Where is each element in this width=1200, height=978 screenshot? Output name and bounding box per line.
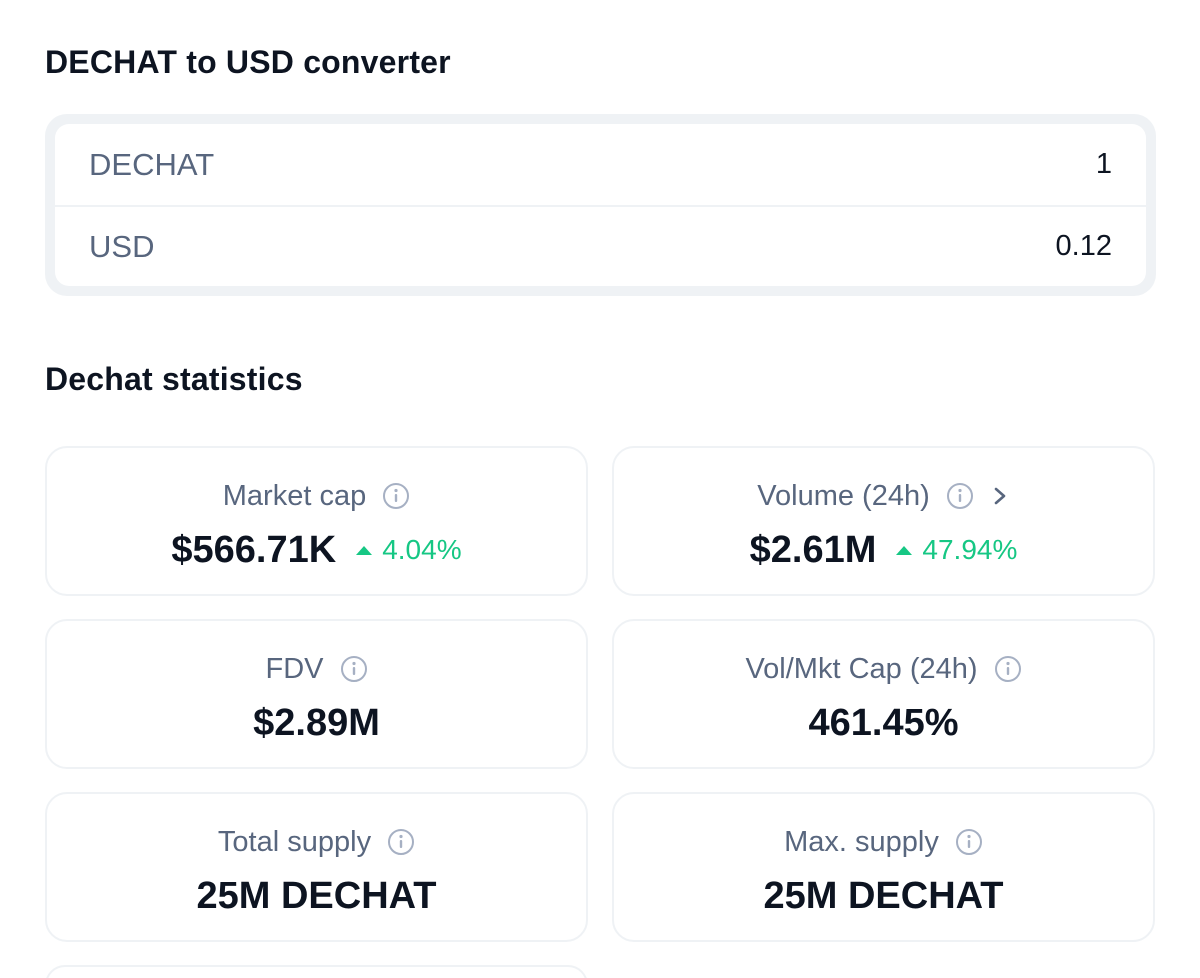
stat-label: Max. supply <box>784 825 939 858</box>
converter-amount-input[interactable]: 0.12 <box>1056 230 1112 263</box>
stat-label: Total supply <box>217 825 372 858</box>
stat-card-vol-mkt-cap: Vol/Mkt Cap (24h) 461.45% <box>612 619 1155 769</box>
stat-value: 25M DECHAT <box>763 874 1004 917</box>
change-badge: 4.04% <box>356 534 462 566</box>
stat-value: $2.89M <box>253 701 380 744</box>
stat-card-volume[interactable]: Volume (24h) $2.61M 47.94% <box>612 446 1155 596</box>
stat-card-fdv: FDV $2.89M <box>45 619 588 769</box>
converter-inner: DECHAT 1 USD 0.12 <box>55 124 1146 286</box>
info-icon[interactable] <box>946 482 974 510</box>
token-page: DECHAT to USD converter DECHAT 1 USD 0.1… <box>0 0 1200 978</box>
statistics-title: Dechat statistics <box>45 361 303 397</box>
stat-value: 25M DECHAT <box>196 874 437 917</box>
stat-label: Market cap <box>222 479 367 512</box>
stat-value: 461.45% <box>808 701 959 744</box>
info-icon[interactable] <box>382 482 410 510</box>
info-icon[interactable] <box>340 655 368 683</box>
stat-card-total-supply: Total supply 25M DECHAT <box>45 792 588 942</box>
info-icon[interactable] <box>387 828 415 856</box>
converter-symbol: USD <box>89 228 155 264</box>
converter-title: DECHAT to USD converter <box>45 44 451 80</box>
stat-card-market-cap: Market cap $566.71K 4.04% <box>45 446 588 596</box>
change-percent: 4.04% <box>382 534 462 565</box>
converter-amount-input[interactable]: 1 <box>1096 148 1112 181</box>
change-badge: 47.94% <box>896 534 1017 566</box>
change-percent: 47.94% <box>922 534 1018 565</box>
stat-card-max-supply: Max. supply 25M DECHAT <box>612 792 1155 942</box>
info-icon[interactable] <box>955 828 983 856</box>
stat-card-partial <box>45 965 588 978</box>
stat-value: $2.61M <box>749 528 877 571</box>
stat-label: Volume (24h) <box>757 479 930 512</box>
stat-label: Vol/Mkt Cap (24h) <box>745 652 978 685</box>
stat-value: $566.71K <box>171 528 337 571</box>
converter-symbol: DECHAT <box>89 146 215 182</box>
chevron-right-icon[interactable] <box>990 484 1010 508</box>
converter-row-usd[interactable]: USD 0.12 <box>55 205 1146 286</box>
converter-row-dechat[interactable]: DECHAT 1 <box>55 124 1146 205</box>
caret-up-icon <box>896 545 913 555</box>
stat-label: FDV <box>265 652 324 685</box>
converter-panel: DECHAT 1 USD 0.12 <box>45 114 1156 296</box>
info-icon[interactable] <box>994 655 1022 683</box>
caret-up-icon <box>356 545 373 555</box>
